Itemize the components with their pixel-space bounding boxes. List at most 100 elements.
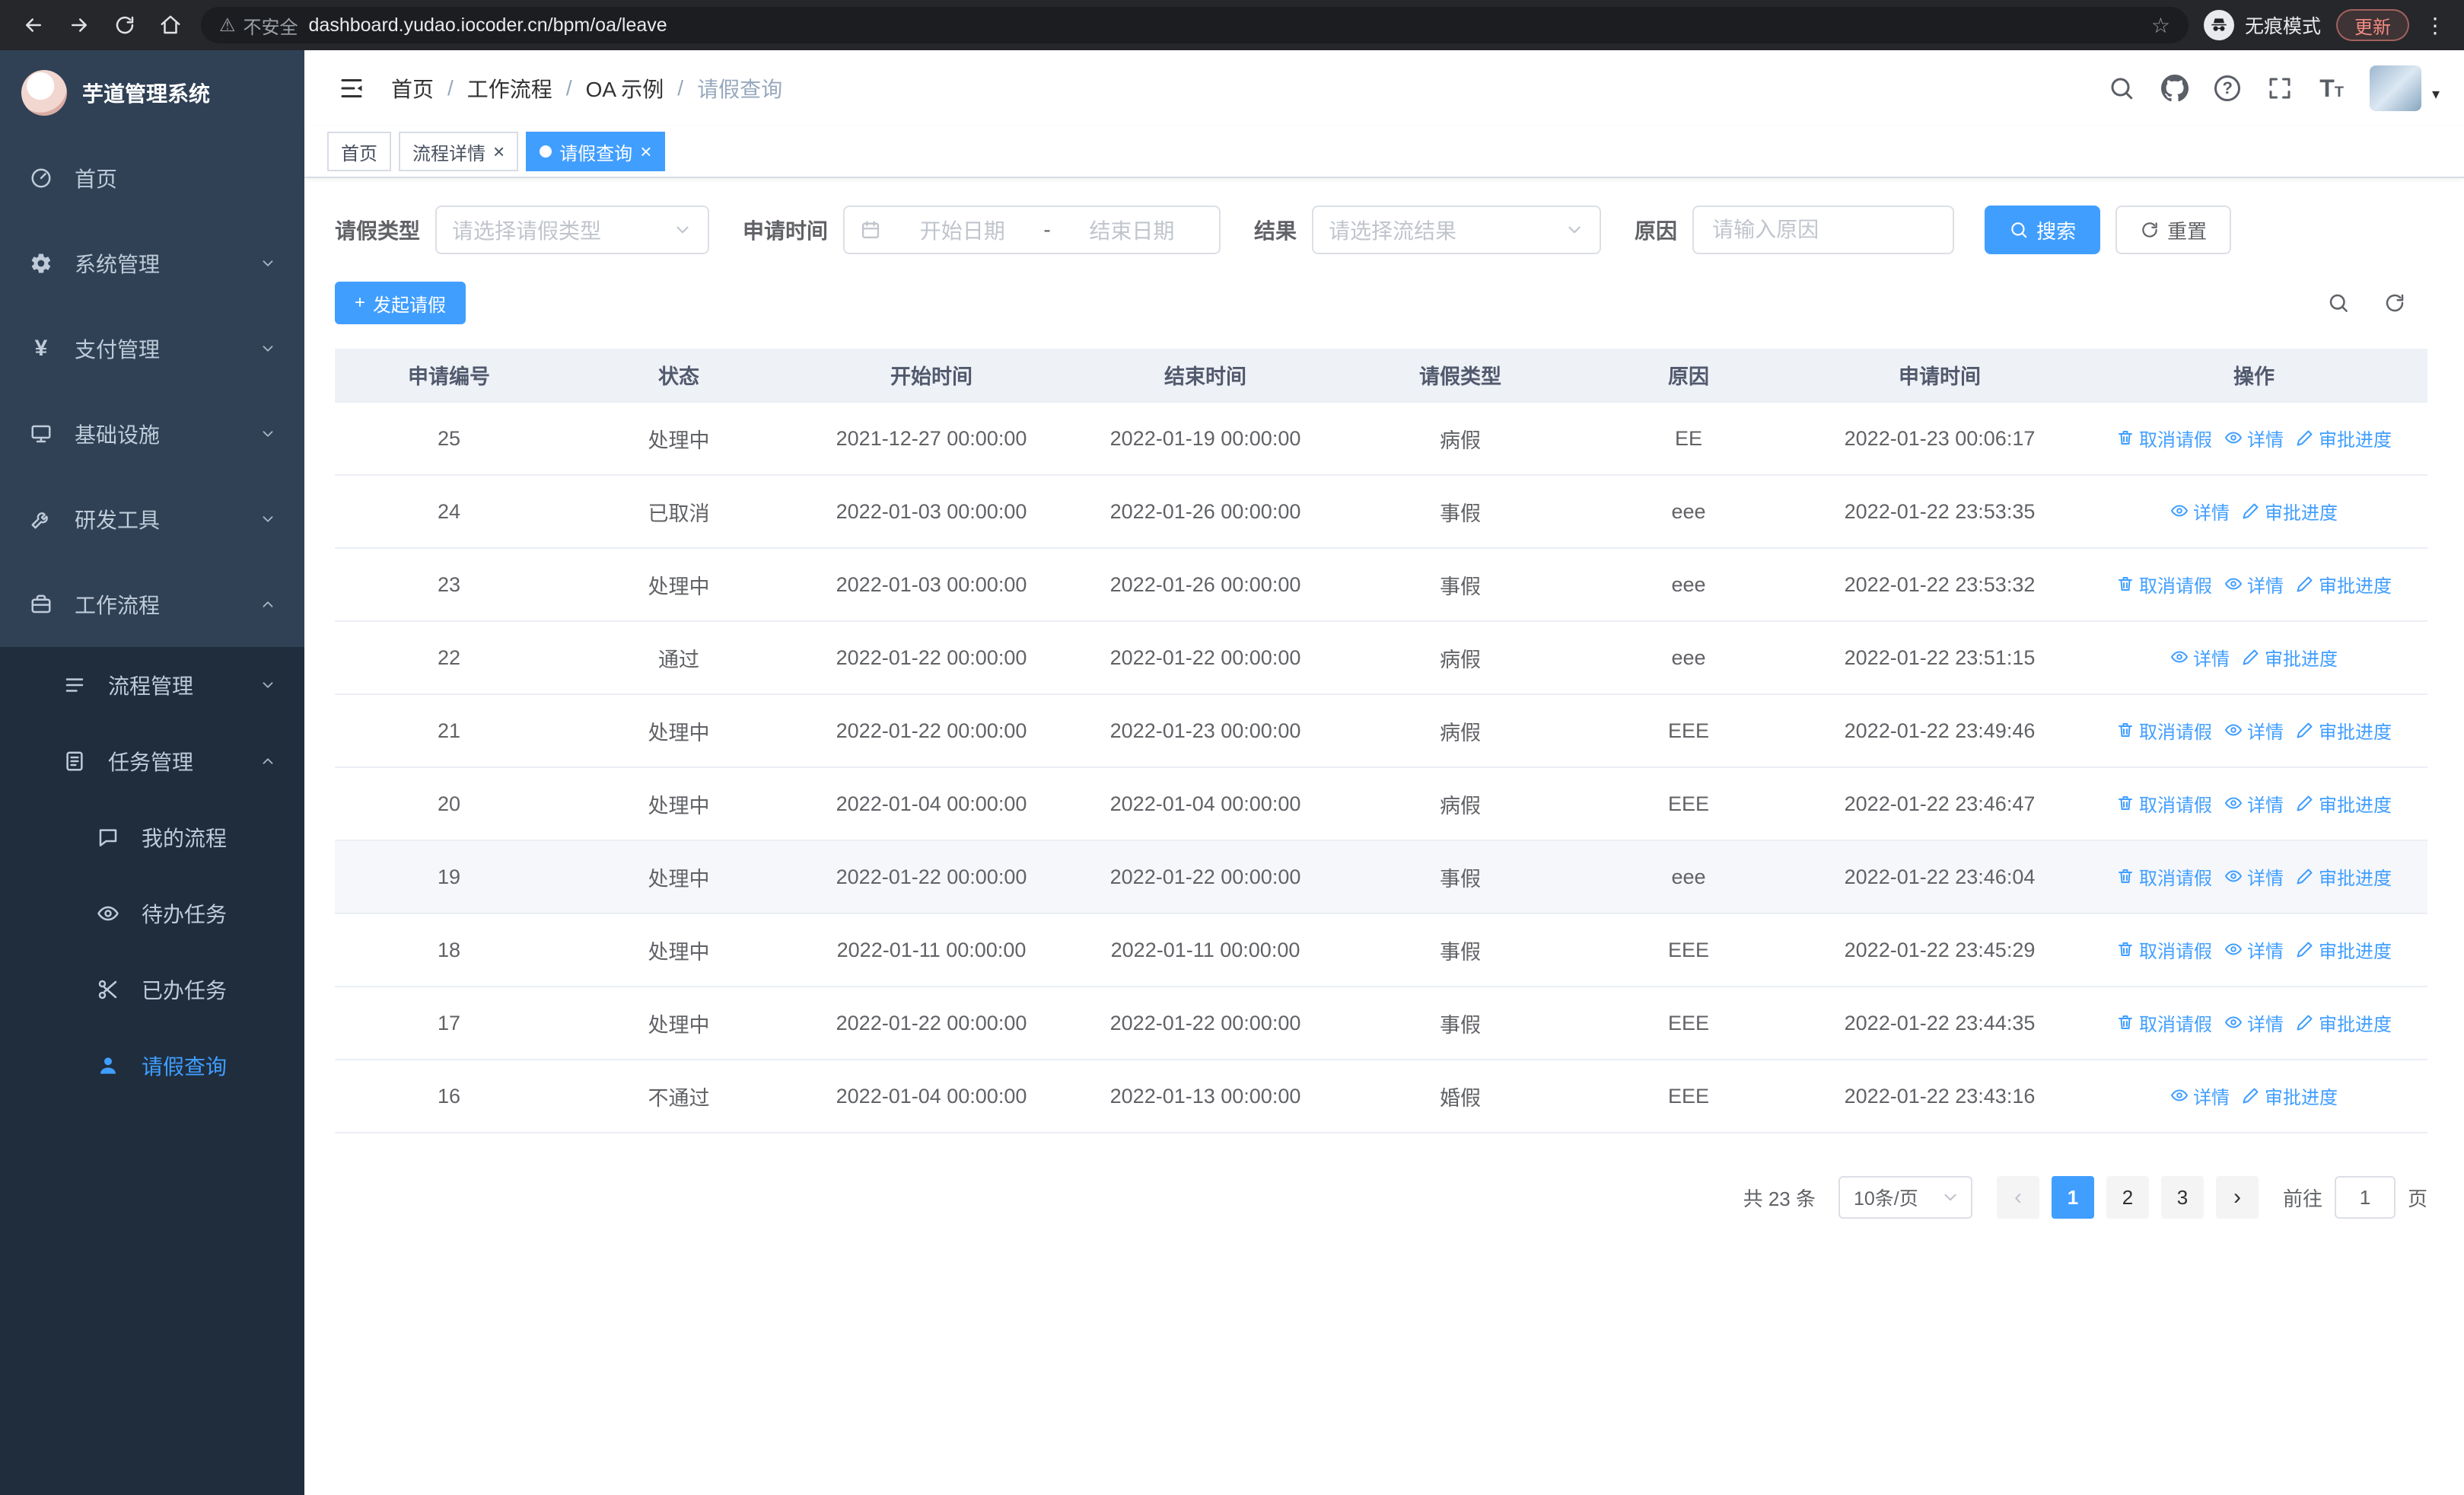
page-button-3[interactable]: 3: [2160, 1176, 2204, 1219]
toggle-search-icon[interactable]: [2327, 292, 2350, 314]
breadcrumb-item[interactable]: 工作流程: [467, 73, 552, 104]
workflow-submenu: 流程管理任务管理 我的流程 待办任务 已办任务 请假查询: [0, 647, 304, 1495]
detail-action-link[interactable]: 详情: [2224, 936, 2284, 963]
chevron-up-icon: [259, 596, 277, 613]
fullscreen-icon[interactable]: [2266, 75, 2294, 102]
reload-icon[interactable]: [110, 14, 140, 37]
page-button-2[interactable]: 2: [2106, 1176, 2149, 1219]
progress-action-link[interactable]: 审批进度: [2242, 498, 2338, 524]
detail-action-link[interactable]: 详情: [2224, 790, 2284, 817]
sidebar-item-done[interactable]: 已办任务: [0, 952, 304, 1028]
cancel-action-link[interactable]: 取消请假: [2116, 863, 2212, 890]
tab-item[interactable]: 请假查询 ×: [526, 132, 666, 171]
page-button-1[interactable]: 1: [2051, 1176, 2094, 1219]
sidebar-item-eye[interactable]: 待办任务: [0, 875, 304, 952]
sidebar-item-task[interactable]: 任务管理: [0, 723, 304, 799]
reset-button[interactable]: 重置: [2115, 206, 2232, 254]
cancel-action-link[interactable]: 取消请假: [2116, 425, 2212, 451]
next-page-button[interactable]: ›: [2215, 1176, 2259, 1219]
cell-id: 18: [335, 913, 563, 987]
progress-action-link[interactable]: 审批进度: [2242, 644, 2338, 671]
help-icon[interactable]: ?: [2214, 75, 2241, 101]
prev-page-button[interactable]: ‹: [1996, 1176, 2039, 1219]
progress-action-link[interactable]: 审批进度: [2296, 571, 2392, 598]
search-button[interactable]: 搜索: [1985, 206, 2101, 254]
browser-menu-icon[interactable]: ⋮: [2424, 13, 2446, 38]
page-size-select[interactable]: 10条/页: [1838, 1176, 1972, 1219]
detail-action-link[interactable]: 详情: [2170, 644, 2230, 671]
result-select[interactable]: 请选择流结果: [1312, 206, 1602, 254]
cancel-action-link[interactable]: 取消请假: [2116, 1009, 2212, 1036]
refresh-table-icon[interactable]: [2383, 292, 2406, 314]
sidebar-item-chat[interactable]: 我的流程: [0, 799, 304, 875]
action-label: 取消请假: [2139, 868, 2212, 889]
security-warning[interactable]: ⚠ 不安全: [219, 12, 298, 39]
cancel-action-link[interactable]: 取消请假: [2116, 717, 2212, 744]
forward-icon[interactable]: [64, 14, 94, 37]
detail-action-link[interactable]: 详情: [2224, 571, 2284, 598]
github-icon[interactable]: [2161, 75, 2189, 102]
search-button-label: 搜索: [2036, 219, 2077, 243]
breadcrumb-item[interactable]: 首页: [391, 73, 434, 104]
chat-icon: [94, 826, 122, 849]
incognito-indicator: 无痕模式: [2203, 10, 2321, 40]
cell-end: 2022-01-26 00:00:00: [1068, 548, 1342, 622]
sidebar-toggle-icon[interactable]: [338, 75, 365, 102]
cancel-action-link[interactable]: 取消请假: [2116, 571, 2212, 598]
progress-action-link[interactable]: 审批进度: [2296, 863, 2392, 890]
sidebar-item-user[interactable]: 请假查询: [0, 1028, 304, 1104]
app-logo[interactable]: 芋道管理系统: [0, 50, 304, 135]
cancel-action-link[interactable]: 取消请假: [2116, 936, 2212, 963]
app-title: 芋道管理系统: [82, 82, 211, 106]
tab-item[interactable]: 首页: [327, 132, 391, 171]
progress-action-link[interactable]: 审批进度: [2296, 790, 2392, 817]
create-leave-button[interactable]: + 发起请假: [335, 282, 466, 324]
sidebar-item-workflow[interactable]: 工作流程: [0, 562, 304, 647]
table-row: 23 处理中 2022-01-03 00:00:00 2022-01-26 00:00…: [335, 548, 2427, 622]
breadcrumb-item[interactable]: OA 示例: [586, 73, 664, 104]
search-icon[interactable]: [2108, 75, 2135, 102]
sidebar-item-devtools[interactable]: 研发工具: [0, 477, 304, 562]
address-bar[interactable]: ⚠ 不安全 dashboard.yudao.iocoder.cn/bpm/oa/…: [201, 7, 2189, 43]
caret-down-icon: ▾: [2431, 86, 2440, 103]
leave-type-select[interactable]: 请选择请假类型: [435, 206, 710, 254]
detail-action-link[interactable]: 详情: [2224, 717, 2284, 744]
goto-page-input[interactable]: [2334, 1176, 2396, 1219]
detail-action-link[interactable]: 详情: [2224, 1009, 2284, 1036]
sidebar-item-infrastructure[interactable]: 基础设施: [0, 391, 304, 477]
eye-icon: [2224, 1013, 2243, 1031]
cancel-action-link[interactable]: 取消请假: [2116, 790, 2212, 817]
detail-action-link[interactable]: 详情: [2224, 425, 2284, 451]
sidebar-item-gear[interactable]: 系统管理: [0, 221, 304, 306]
table-row: 16 不通过 2022-01-04 00:00:00 2022-01-13 00:00…: [335, 1060, 2427, 1133]
progress-action-link[interactable]: 审批进度: [2296, 1009, 2392, 1036]
bookmark-star-icon[interactable]: ☆: [2151, 13, 2170, 38]
sidebar-menu: 首页 系统管理 ¥ 支付管理 基础设施 研发工具 工作流程流程管理任务管理 我的流程 待办任务已…: [0, 135, 304, 1495]
reason-input[interactable]: [1692, 206, 1955, 254]
detail-action-link[interactable]: 详情: [2170, 1082, 2230, 1109]
detail-action-link[interactable]: 详情: [2224, 863, 2284, 890]
trash-icon: [2116, 867, 2135, 885]
sidebar-item-dashboard[interactable]: 首页: [0, 135, 304, 221]
progress-action-link[interactable]: 审批进度: [2296, 936, 2392, 963]
progress-action-link[interactable]: 审批进度: [2296, 425, 2392, 451]
progress-action-link[interactable]: 审批进度: [2296, 717, 2392, 744]
tab-item[interactable]: 流程详情 ×: [399, 132, 519, 171]
detail-action-link[interactable]: 详情: [2170, 498, 2230, 524]
close-icon[interactable]: ×: [640, 142, 651, 161]
apply-time-range-picker[interactable]: 开始日期 - 结束日期: [843, 206, 1221, 254]
progress-action-link[interactable]: 审批进度: [2242, 1082, 2338, 1109]
browser-home-icon[interactable]: [155, 14, 186, 37]
close-icon[interactable]: ×: [493, 142, 505, 161]
sidebar-item-label: 流程管理: [108, 674, 194, 698]
chevron-down-icon: [259, 255, 277, 272]
eye-icon: [2224, 575, 2243, 593]
leave-table: 申请编号 状态 开始时间 结束时间 请假类型 原因 申请时间 操作 25 处理中 2021-12-…: [335, 349, 2427, 1133]
browser-update-button[interactable]: 更新: [2336, 9, 2409, 41]
font-size-icon[interactable]: TT: [2319, 75, 2344, 103]
back-icon[interactable]: [18, 14, 49, 37]
sidebar-item-payment[interactable]: ¥ 支付管理: [0, 306, 304, 391]
sidebar-item-process[interactable]: 流程管理: [0, 647, 304, 723]
user-avatar[interactable]: [2369, 65, 2421, 111]
gear-icon: [27, 252, 55, 275]
